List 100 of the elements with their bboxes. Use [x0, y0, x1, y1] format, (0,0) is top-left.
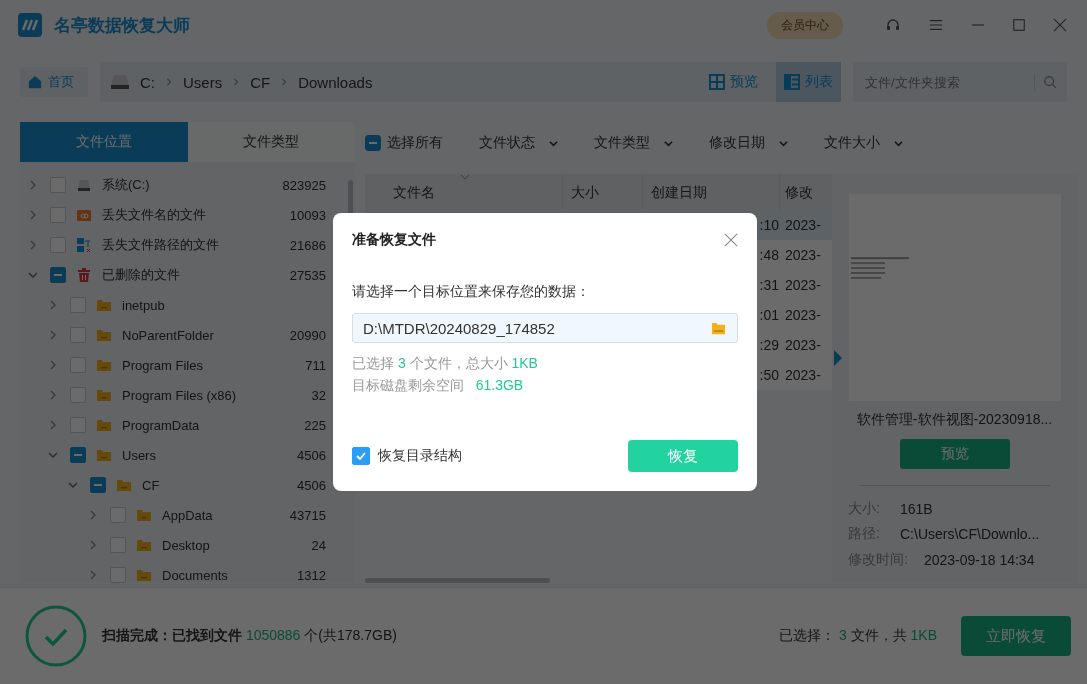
- breadcrumb-item[interactable]: CF: [250, 73, 271, 91]
- tree-item[interactable]: 丢失文件路径的文件: [102, 236, 280, 254]
- checkbox[interactable]: [70, 447, 86, 463]
- selection-summary: 已选择： 3 文件，共 1KB: [779, 627, 937, 645]
- filter-dropdown[interactable]: 文件类型: [588, 133, 679, 153]
- trash-icon: [76, 267, 92, 283]
- checkbox[interactable]: [50, 237, 66, 253]
- checkbox[interactable]: [70, 297, 86, 313]
- table-cell-text: :48: [758, 247, 780, 263]
- chevron-right-icon[interactable]: [88, 510, 98, 520]
- tree-item[interactable]: Users: [122, 447, 288, 463]
- home-button[interactable]: 首页: [20, 67, 88, 97]
- drive-icon: [110, 74, 130, 90]
- recover-now-button[interactable]: 立即恢复: [961, 616, 1071, 656]
- checkbox[interactable]: [110, 537, 126, 553]
- scrollbar[interactable]: [365, 578, 550, 583]
- select-all-label[interactable]: 选择所有: [387, 134, 443, 152]
- chevron-right-icon[interactable]: [28, 210, 38, 220]
- checkbox[interactable]: [50, 177, 66, 193]
- chevron-right-icon[interactable]: [48, 390, 58, 400]
- preview-button[interactable]: 预览: [899, 439, 1010, 469]
- table-cell-text: :10: [758, 217, 780, 233]
- filter-dropdown[interactable]: 文件大小: [818, 133, 909, 153]
- table-cell-text: 2023-: [784, 277, 822, 293]
- menu-icon[interactable]: [929, 18, 943, 32]
- view-toggle[interactable]: 预览: [701, 62, 766, 102]
- table-cell-text: 2023-: [784, 307, 822, 323]
- tree-item[interactable]: 丢失文件名的文件: [102, 206, 280, 224]
- chevron-right-icon[interactable]: [48, 360, 58, 370]
- breadcrumb-item[interactable]: C:: [140, 73, 155, 91]
- chevron-right-icon[interactable]: [88, 570, 98, 580]
- close-icon[interactable]: [724, 233, 738, 247]
- folder-tree-icon: [76, 237, 92, 253]
- file-count: 4506: [297, 477, 326, 493]
- selection-summary: 已选择 3 个文件，总大小 1KB: [352, 355, 539, 373]
- chevron-right-icon[interactable]: [48, 420, 58, 430]
- table-cell-text: :29: [758, 337, 780, 353]
- tab[interactable]: 文件类型: [187, 122, 355, 162]
- breadcrumb-item[interactable]: Users: [183, 73, 223, 91]
- chevron-right-icon[interactable]: [28, 180, 38, 190]
- checkbox[interactable]: [70, 357, 86, 373]
- chevron-right-icon[interactable]: [28, 240, 38, 250]
- collapse-arrow-icon[interactable]: [834, 350, 842, 366]
- headset-icon[interactable]: [885, 17, 901, 33]
- chevron-right-icon[interactable]: [48, 300, 58, 310]
- file-count: 823925: [282, 177, 326, 193]
- checkbox[interactable]: [70, 327, 86, 343]
- link-folder-icon: [76, 207, 92, 223]
- breadcrumb-item[interactable]: Downloads: [298, 73, 373, 91]
- column-header[interactable]: 修改: [780, 174, 822, 210]
- chevron-right-icon[interactable]: [88, 540, 98, 550]
- checkbox[interactable]: [50, 207, 66, 223]
- drive-icon: [76, 177, 92, 193]
- checkbox[interactable]: [110, 567, 126, 583]
- tree-item[interactable]: Desktop: [162, 537, 302, 553]
- tree-item[interactable]: CF: [142, 477, 288, 493]
- tree-item[interactable]: Documents: [162, 567, 288, 583]
- checkbox[interactable]: [110, 507, 126, 523]
- tab[interactable]: 文件位置: [20, 122, 188, 162]
- file-name: 软件管理-软件视图-20230918...: [856, 411, 1053, 430]
- maximize-icon[interactable]: [1013, 19, 1025, 31]
- sort-caret-icon[interactable]: [460, 174, 470, 180]
- tree-item[interactable]: inetpub: [122, 297, 326, 313]
- tree-item[interactable]: Program Files (x86): [122, 387, 302, 403]
- chevron-down-icon[interactable]: [68, 480, 78, 490]
- filter-dropdown[interactable]: 文件状态: [473, 133, 564, 153]
- tree-item[interactable]: ProgramData: [122, 417, 295, 433]
- folder-icon[interactable]: [711, 321, 726, 336]
- tree-item[interactable]: 系统(C:): [102, 176, 273, 194]
- checkbox[interactable]: [90, 477, 106, 493]
- home-icon: [28, 75, 42, 89]
- chevron-right-icon[interactable]: [48, 330, 58, 340]
- tree-item[interactable]: AppData: [162, 507, 280, 523]
- folder-icon: [116, 477, 132, 493]
- checkbox[interactable]: [50, 267, 66, 283]
- search-icon[interactable]: [1043, 75, 1057, 89]
- checkbox[interactable]: [365, 135, 381, 151]
- chevron-down-icon[interactable]: [28, 270, 38, 280]
- caret-icon: [779, 138, 788, 148]
- chevron-right-icon: [232, 78, 241, 86]
- view-toggle[interactable]: 列表: [776, 62, 841, 102]
- file-count: 27535: [289, 267, 326, 283]
- filter-dropdown[interactable]: 修改日期: [703, 133, 794, 153]
- close-icon[interactable]: [1053, 18, 1067, 32]
- checkbox[interactable]: [352, 447, 370, 465]
- tree-item[interactable]: 已删除的文件: [102, 266, 280, 284]
- tree-item[interactable]: Program Files: [122, 357, 296, 373]
- app-title: 名亭数据恢复大师: [54, 14, 190, 37]
- checkbox[interactable]: [70, 387, 86, 403]
- check-icon: [355, 450, 367, 462]
- checkbox-label[interactable]: 恢复目录结构: [378, 447, 462, 465]
- path-field[interactable]: D:\MTDR\20240829_174852: [352, 313, 738, 343]
- tree-item[interactable]: NoParentFolder: [122, 327, 280, 343]
- info-value: 2023-09-18 14:34: [923, 552, 1035, 569]
- checkbox[interactable]: [70, 417, 86, 433]
- grid-icon: [709, 74, 725, 90]
- file-count: 20990: [289, 327, 326, 343]
- recover-button[interactable]: 恢复: [628, 440, 738, 472]
- chevron-down-icon[interactable]: [48, 450, 58, 460]
- member-center-button[interactable]: 会员中心: [767, 11, 843, 39]
